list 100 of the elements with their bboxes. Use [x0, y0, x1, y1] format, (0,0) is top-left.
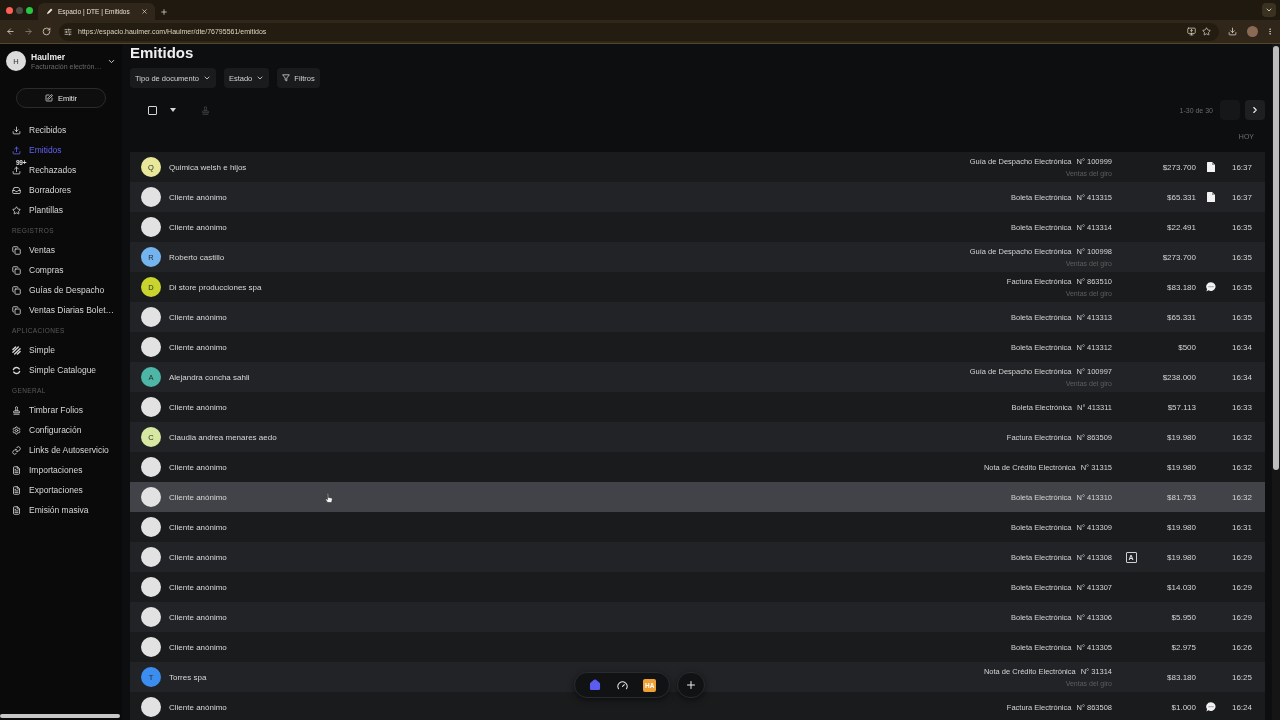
- sidebar-item[interactable]: Borradores: [0, 180, 122, 200]
- document-icon[interactable]: [1207, 192, 1215, 202]
- account-name: Haulmer: [31, 52, 66, 62]
- sidebar-item[interactable]: Emisión masiva: [0, 500, 122, 520]
- close-icon: [141, 8, 148, 15]
- amount: $83.180: [1166, 282, 1196, 292]
- time: 16:35: [1230, 222, 1252, 232]
- sidebar-item[interactable]: Simple Catalogue: [0, 360, 122, 380]
- gauge-icon: [617, 679, 628, 691]
- customer-name: Cliente anónimo: [169, 522, 227, 532]
- install-app-icon[interactable]: [1187, 27, 1196, 36]
- customer-name: Cliente anónimo: [169, 612, 227, 622]
- chevron-right-icon: [1250, 105, 1260, 115]
- time: 16:29: [1230, 582, 1252, 592]
- pointer-cursor-icon: [325, 493, 333, 503]
- sidebar-item[interactable]: Guías de Despacho: [0, 280, 122, 300]
- upload-icon: [12, 145, 21, 155]
- sidebar-item[interactable]: Importaciones: [0, 460, 122, 480]
- customer-name: Alejandra concha sahli: [169, 372, 250, 382]
- customer-name: Di store producciones spa: [169, 282, 262, 292]
- select-all-checkbox[interactable]: [148, 105, 157, 115]
- time: 16:31: [1230, 522, 1252, 532]
- time: 16:34: [1230, 342, 1252, 352]
- reload-button[interactable]: [39, 24, 53, 39]
- chevron-down-icon: [202, 74, 211, 82]
- sidebar-item[interactable]: Exportaciones: [0, 480, 122, 500]
- amount: $65.331: [1166, 192, 1196, 202]
- time: 16:34: [1230, 372, 1252, 382]
- customer-name: Quimica welsh e hijos: [169, 162, 247, 172]
- home-button[interactable]: [587, 678, 602, 692]
- close-window-icon[interactable]: [6, 6, 13, 14]
- scrollbar-thumb[interactable]: [0, 714, 120, 718]
- time: 16:32: [1230, 462, 1252, 472]
- file-icon: [12, 465, 21, 475]
- caret-icon: [170, 108, 176, 112]
- inbox-icon: [12, 185, 21, 195]
- sidebar-item[interactable]: Plantillas: [0, 200, 122, 220]
- copy-icon: [12, 285, 21, 295]
- file-icon: [12, 485, 21, 495]
- sidebar-item[interactable]: Simple: [0, 340, 122, 360]
- reload-icon: [41, 27, 51, 36]
- amount: $1.000: [1170, 702, 1196, 712]
- bookmark-star-icon[interactable]: [1202, 27, 1211, 36]
- amount: $14.030: [1166, 582, 1196, 592]
- amount: $19.980: [1166, 552, 1196, 562]
- time: 16:33: [1230, 402, 1252, 412]
- amount: $65.331: [1166, 312, 1196, 322]
- maximize-window-icon[interactable]: [26, 6, 33, 14]
- sidebar-item[interactable]: Configuración: [0, 420, 122, 440]
- copy-icon: [12, 305, 21, 315]
- settings-icon: [12, 425, 21, 435]
- time: 16:29: [1230, 552, 1252, 562]
- customer-name: Cliente anónimo: [169, 402, 227, 412]
- sidebar-item[interactable]: Links de Autoservicio: [0, 440, 122, 460]
- time: 16:35: [1230, 252, 1252, 262]
- sidebar-item[interactable]: Recibidos: [0, 120, 122, 140]
- circular-arrows-icon: [12, 365, 21, 375]
- amount: $273.700: [1161, 252, 1196, 262]
- close-tab-button[interactable]: [140, 7, 149, 16]
- customer-name: Cliente anónimo: [169, 552, 227, 562]
- chevron-down-icon: [1265, 6, 1273, 14]
- link-icon: [12, 445, 21, 455]
- sidebar-item[interactable]: Ventas Diarias Bolet…: [0, 300, 122, 320]
- chat-bubble-icon[interactable]: [1206, 282, 1216, 292]
- arrow-left-icon: [5, 27, 15, 36]
- amount: $5.950: [1170, 612, 1196, 622]
- time: 16:32: [1230, 492, 1252, 502]
- plus-icon: [160, 7, 168, 16]
- sidebar-item[interactable]: Timbrar Folios: [0, 400, 122, 420]
- amount: $83.180: [1166, 672, 1196, 682]
- amount: $81.753: [1166, 492, 1196, 502]
- time: 16:32: [1230, 432, 1252, 442]
- stamp-icon: [12, 405, 21, 415]
- amount: $19.980: [1166, 522, 1196, 532]
- dashboard-button[interactable]: [615, 678, 630, 692]
- time: 16:37: [1230, 192, 1252, 202]
- plus-icon: [685, 679, 697, 691]
- customer-name: Cliente anónimo: [169, 462, 227, 472]
- amount: $22.491: [1166, 222, 1196, 232]
- document-icon[interactable]: [1207, 162, 1215, 172]
- pen-square-icon: [44, 94, 53, 102]
- amount: $500: [1177, 342, 1196, 352]
- customer-name: Cliente anónimo: [169, 222, 227, 232]
- chat-bubble-icon[interactable]: [1206, 702, 1216, 712]
- star-icon: [12, 205, 21, 215]
- profile-avatar[interactable]: [1247, 26, 1258, 37]
- downloads-button[interactable]: [1225, 24, 1239, 39]
- scrollbar-thumb[interactable]: [1273, 46, 1279, 470]
- more-menu-icon: [1266, 27, 1274, 36]
- copy-icon: [12, 245, 21, 255]
- sidebar-item[interactable]: Ventas: [0, 240, 122, 260]
- next-page-button[interactable]: [1245, 100, 1265, 120]
- sidebar-item[interactable]: Emitidos: [0, 140, 122, 160]
- customer-name: Cliente anónimo: [169, 642, 227, 652]
- amount: $273.700: [1161, 162, 1196, 172]
- amount: $238.000: [1161, 372, 1196, 382]
- select-menu-button[interactable]: [169, 106, 177, 114]
- amount: $57.113: [1166, 402, 1196, 412]
- tab-search-button[interactable]: [1262, 3, 1276, 17]
- sidebar-item[interactable]: Compras: [0, 260, 122, 280]
